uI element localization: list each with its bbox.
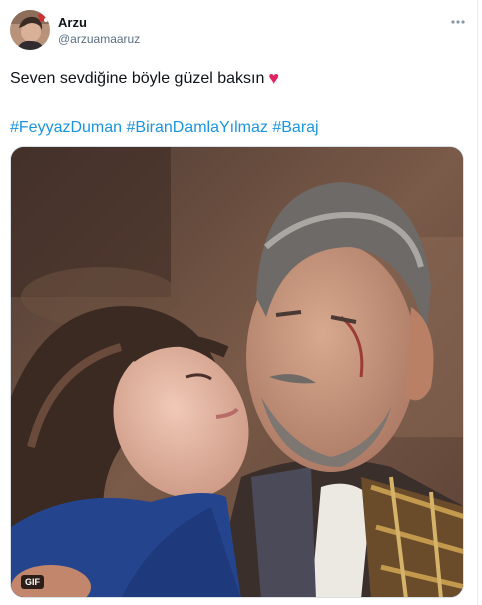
gif-badge: GIF [21,575,44,589]
tweet-text: Seven sevdiğine böyle güzel baksın ♥ [10,68,468,89]
heart-emoji: ♥ [268,68,280,88]
author-names: Arzu @arzuamaaruz [58,15,140,47]
more-horizontal-icon[interactable] [448,14,468,30]
tweet-header: Arzu @arzuamaaruz [10,10,468,56]
hashtag-link[interactable]: #Baraj [272,119,318,136]
hashtag-link[interactable]: #BiranDamlaYılmaz [127,119,268,136]
tweet-card[interactable]: Arzu @arzuamaaruz Seven sevdiğine böyle … [0,0,478,605]
gif-media[interactable]: GIF [10,146,464,598]
gif-frame-illustration [11,147,463,597]
hashtag-link[interactable]: #FeyyazDuman [10,119,122,136]
author-handle[interactable]: @arzuamaaruz [58,31,140,47]
tweet-text-body: Seven sevdiğine böyle güzel baksın [10,70,265,87]
author-display-name[interactable]: Arzu [58,15,140,31]
tweet-hashtags: #FeyyazDuman #BiranDamlaYılmaz #Baraj [10,118,468,138]
avatar[interactable] [10,10,50,50]
